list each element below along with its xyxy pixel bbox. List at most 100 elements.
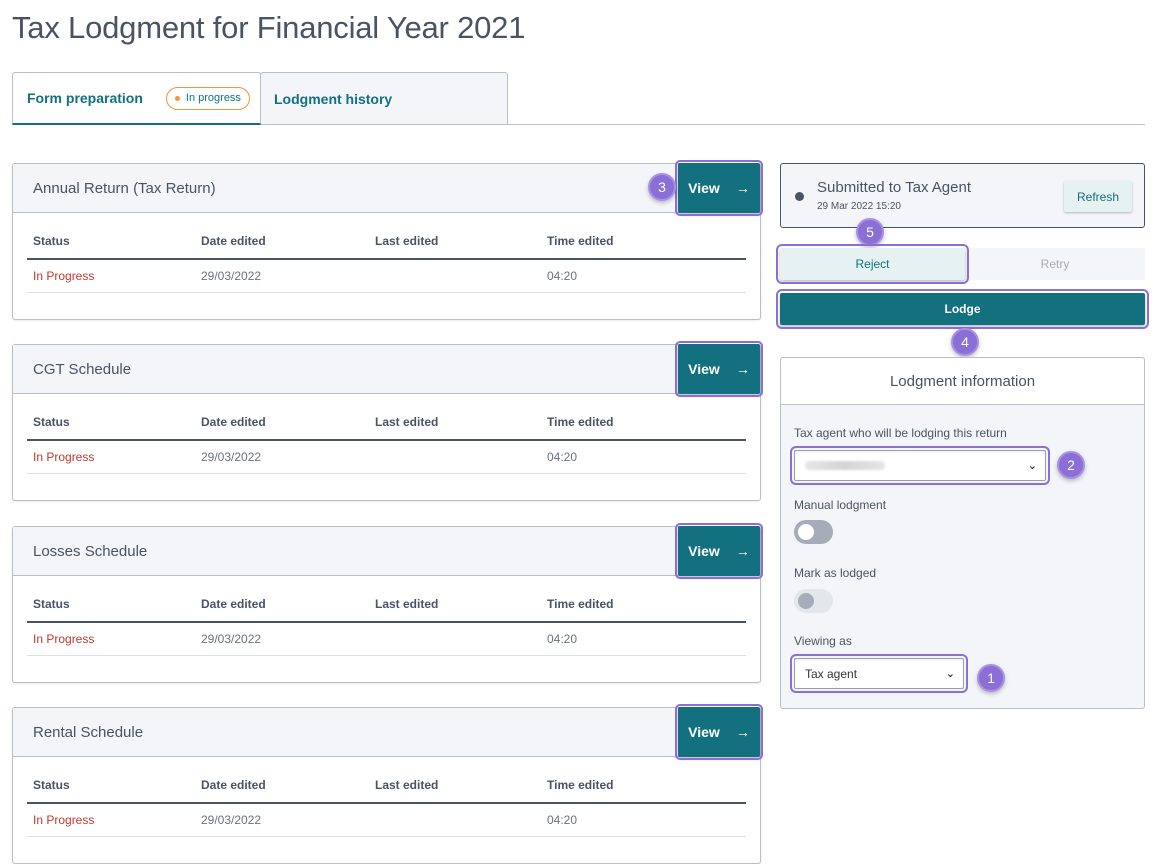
reject-button[interactable]: Reject bbox=[776, 244, 969, 284]
arrow-right-icon: → bbox=[735, 543, 750, 559]
column-header: Last edited bbox=[369, 773, 541, 804]
form-table: Status Date edited Last edited Time edit… bbox=[27, 773, 746, 837]
chevron-down-icon: ⌄ bbox=[1027, 460, 1037, 472]
last-edited-cell bbox=[369, 803, 541, 837]
last-edited-cell bbox=[369, 622, 541, 656]
table-row: In Progress 29/03/2022 04:20 bbox=[27, 259, 746, 293]
refresh-button[interactable]: Refresh bbox=[1064, 181, 1132, 212]
form-table: Status Date edited Last edited Time edit… bbox=[27, 410, 746, 474]
column-header: Status bbox=[27, 773, 195, 804]
date-edited-cell: 29/03/2022 bbox=[195, 622, 369, 656]
tax-agent-label: Tax agent who will be lodging this retur… bbox=[794, 426, 1007, 440]
view-label: View bbox=[688, 543, 720, 559]
arrow-right-icon: → bbox=[735, 180, 750, 196]
reject-retry-group: Reject Retry bbox=[776, 244, 1145, 284]
form-card-rental-schedule: Rental Schedule View → Status Date edite… bbox=[12, 704, 763, 864]
tab-form-preparation[interactable]: Form preparation In progress bbox=[12, 72, 261, 125]
toggle-knob bbox=[798, 593, 814, 609]
form-table: Status Date edited Last edited Time edit… bbox=[27, 592, 746, 656]
time-edited-cell: 04:20 bbox=[541, 803, 746, 837]
status-cell: In Progress bbox=[27, 622, 195, 656]
date-edited-cell: 29/03/2022 bbox=[195, 440, 369, 474]
viewing-as-select[interactable]: Tax agent ⌄ bbox=[790, 654, 968, 693]
callout-badge: 5 bbox=[856, 218, 884, 246]
card-title: Annual Return (Tax Return) bbox=[33, 179, 216, 197]
status-cell: In Progress bbox=[27, 803, 195, 837]
card-header: CGT Schedule View → bbox=[13, 341, 763, 397]
toggle-knob bbox=[798, 524, 814, 540]
last-edited-cell bbox=[369, 440, 541, 474]
tab-label: Lodgment history bbox=[274, 90, 393, 107]
form-card-losses-schedule: Losses Schedule View → Status Date edite… bbox=[12, 523, 763, 683]
column-header: Date edited bbox=[195, 592, 369, 623]
column-header: Last edited bbox=[369, 410, 541, 441]
view-button[interactable]: View → bbox=[675, 160, 763, 216]
page-title: Tax Lodgment for Financial Year 2021 bbox=[12, 10, 526, 45]
form-card-cgt-schedule: CGT Schedule View → Status Date edited L… bbox=[12, 341, 763, 501]
column-header: Time edited bbox=[541, 773, 746, 804]
column-header: Last edited bbox=[369, 229, 541, 260]
manual-lodgment-toggle[interactable] bbox=[794, 520, 833, 544]
lodgment-information-panel: Lodgment information Tax agent who will … bbox=[780, 357, 1145, 709]
redacted-value bbox=[805, 461, 885, 470]
status-title: Submitted to Tax Agent bbox=[817, 179, 971, 196]
panel-title: Lodgment information bbox=[781, 358, 1144, 405]
arrow-right-icon: → bbox=[735, 361, 750, 377]
view-button[interactable]: View → bbox=[675, 523, 763, 579]
column-header: Time edited bbox=[541, 410, 746, 441]
last-edited-cell bbox=[369, 259, 541, 293]
table-row: In Progress 29/03/2022 04:20 bbox=[27, 622, 746, 656]
column-header: Time edited bbox=[541, 229, 746, 260]
table-row: In Progress 29/03/2022 04:20 bbox=[27, 440, 746, 474]
chevron-down-icon: ⌄ bbox=[945, 668, 955, 680]
column-header: Status bbox=[27, 229, 195, 260]
column-header: Date edited bbox=[195, 410, 369, 441]
card-title: CGT Schedule bbox=[33, 360, 132, 378]
view-button[interactable]: View → bbox=[675, 341, 763, 397]
arrow-right-icon: → bbox=[735, 724, 750, 740]
card-header: Rental Schedule View → bbox=[13, 704, 763, 760]
viewing-as-label: Viewing as bbox=[794, 634, 852, 648]
submission-status-box: Submitted to Tax Agent 29 Mar 2022 15:20… bbox=[780, 163, 1145, 228]
callout-badge: 2 bbox=[1057, 451, 1085, 479]
card-title: Rental Schedule bbox=[33, 723, 144, 741]
lodge-button[interactable]: Lodge bbox=[776, 289, 1149, 329]
status-badge: In progress bbox=[165, 86, 250, 110]
selected-value: Tax agent bbox=[805, 666, 858, 681]
column-header: Time edited bbox=[541, 592, 746, 623]
tab-lodgment-history[interactable]: Lodgment history bbox=[260, 72, 508, 124]
tax-agent-select[interactable]: ⌄ bbox=[790, 446, 1050, 485]
status-cell: In Progress bbox=[27, 440, 195, 474]
time-edited-cell: 04:20 bbox=[541, 440, 746, 474]
card-header: Losses Schedule View → bbox=[13, 523, 763, 579]
view-label: View bbox=[688, 724, 720, 740]
time-edited-cell: 04:20 bbox=[541, 622, 746, 656]
table-row: In Progress 29/03/2022 04:20 bbox=[27, 803, 746, 837]
view-label: View bbox=[688, 180, 720, 196]
column-header: Status bbox=[27, 410, 195, 441]
status-timestamp: 29 Mar 2022 15:20 bbox=[817, 201, 901, 212]
column-header: Status bbox=[27, 592, 195, 623]
callout-badge: 4 bbox=[951, 328, 979, 356]
dot-icon bbox=[174, 95, 180, 101]
view-label: View bbox=[688, 361, 720, 377]
status-cell: In Progress bbox=[27, 259, 195, 293]
view-button[interactable]: View → bbox=[675, 704, 763, 760]
column-header: Date edited bbox=[195, 773, 369, 804]
column-header: Last edited bbox=[369, 592, 541, 623]
tab-label: Form preparation bbox=[27, 90, 143, 106]
tab-bar: Form preparation In progress Lodgment hi… bbox=[12, 72, 1145, 125]
status-dot-icon bbox=[795, 192, 804, 201]
mark-as-lodged-toggle[interactable] bbox=[794, 589, 833, 613]
date-edited-cell: 29/03/2022 bbox=[195, 259, 369, 293]
retry-button[interactable]: Retry bbox=[965, 248, 1145, 280]
card-title: Losses Schedule bbox=[33, 542, 148, 560]
badge-label: In progress bbox=[185, 92, 241, 104]
manual-lodgment-label: Manual lodgment bbox=[794, 498, 887, 512]
form-table: Status Date edited Last edited Time edit… bbox=[27, 229, 746, 293]
date-edited-cell: 29/03/2022 bbox=[195, 803, 369, 837]
time-edited-cell: 04:20 bbox=[541, 259, 746, 293]
column-header: Date edited bbox=[195, 229, 369, 260]
mark-as-lodged-label: Mark as lodged bbox=[794, 566, 877, 580]
callout-badge: 1 bbox=[977, 664, 1005, 692]
